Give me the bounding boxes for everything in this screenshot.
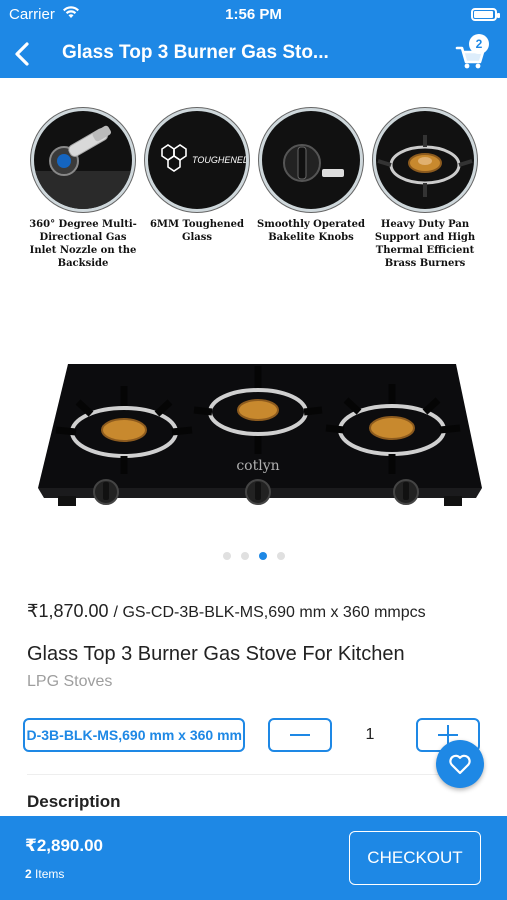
carousel-page-indicator[interactable] [0, 547, 507, 563]
navigation-bar: Glass Top 3 Burner Gas Sto... 2 [0, 30, 507, 78]
decrease-quantity-button[interactable] [268, 718, 332, 752]
checkout-bar: ₹2,890.00 2 Items CHECKOUT [0, 816, 507, 900]
status-bar: Carrier 1:56 PM [0, 0, 507, 30]
page-title: Glass Top 3 Burner Gas Sto... [62, 42, 329, 63]
feature-nozzle: 360° Degree Multi-Directional Gas Inlet … [28, 108, 138, 270]
price-line: ₹1,870.00 / GS-CD-3B-BLK-MS,690 mm x 360… [27, 601, 426, 622]
toughened-glass-text: TOUGHENED GLASS [192, 155, 246, 165]
favorite-button[interactable] [436, 740, 484, 788]
feature-highlights: 360° Degree Multi-Directional Gas Inlet … [28, 108, 488, 288]
feature-knobs: Smoothly Operated Bakelite Knobs [256, 108, 366, 244]
product-image-carousel[interactable]: 360° Degree Multi-Directional Gas Inlet … [0, 78, 507, 563]
page-dot[interactable] [222, 552, 231, 560]
back-arrow-icon[interactable] [10, 36, 40, 72]
feature-caption: Smoothly Operated Bakelite Knobs [257, 219, 365, 243]
toughened-glass-image: TOUGHENED GLASS [145, 108, 249, 212]
burner-image [373, 108, 477, 212]
page-dot-active[interactable] [258, 552, 267, 560]
unit-price: ₹1,870.00 [27, 601, 109, 621]
page-dot[interactable] [276, 552, 285, 560]
heart-icon [449, 754, 471, 775]
items-label: Items [35, 867, 65, 881]
minus-icon [290, 734, 310, 736]
clock: 1:56 PM [225, 6, 282, 23]
feature-burners: Heavy Duty Pan Support and High Thermal … [370, 108, 480, 270]
page-dot[interactable] [240, 552, 249, 560]
feature-glass: TOUGHENED GLASS 6MM Toughened Glass [142, 108, 252, 244]
product-category: LPG Stoves [27, 673, 113, 690]
battery-icon [471, 8, 500, 21]
cart-count-badge: 2 [469, 34, 489, 54]
item-count: 2 [25, 867, 32, 881]
cart-items-count: 2 Items [25, 867, 64, 881]
nozzle-image [31, 108, 135, 212]
knob-image [259, 108, 363, 212]
feature-caption: 6MM Toughened Glass [149, 219, 245, 243]
gas-stove-image: cotlyn [36, 350, 482, 520]
variant-label: D-3B-BLK-MS,690 mm x 360 mm [26, 727, 242, 743]
variant-selector[interactable]: D-3B-BLK-MS,690 mm x 360 mm [23, 718, 245, 752]
checkout-button[interactable]: CHECKOUT [349, 831, 481, 885]
product-name: Glass Top 3 Burner Gas Stove For Kitchen [27, 643, 405, 665]
feature-caption: 360° Degree Multi-Directional Gas Inlet … [29, 219, 137, 269]
brand-logo: cotlyn [236, 458, 279, 474]
sku-text: / GS-CD-3B-BLK-MS,690 mm x 360 mmpcs [113, 604, 426, 621]
description-heading: Description [27, 792, 121, 811]
cart-total: ₹2,890.00 [25, 836, 104, 855]
quantity-value: 1 [365, 726, 375, 743]
feature-caption: Heavy Duty Pan Support and High Thermal … [374, 219, 476, 269]
divider [27, 774, 480, 775]
